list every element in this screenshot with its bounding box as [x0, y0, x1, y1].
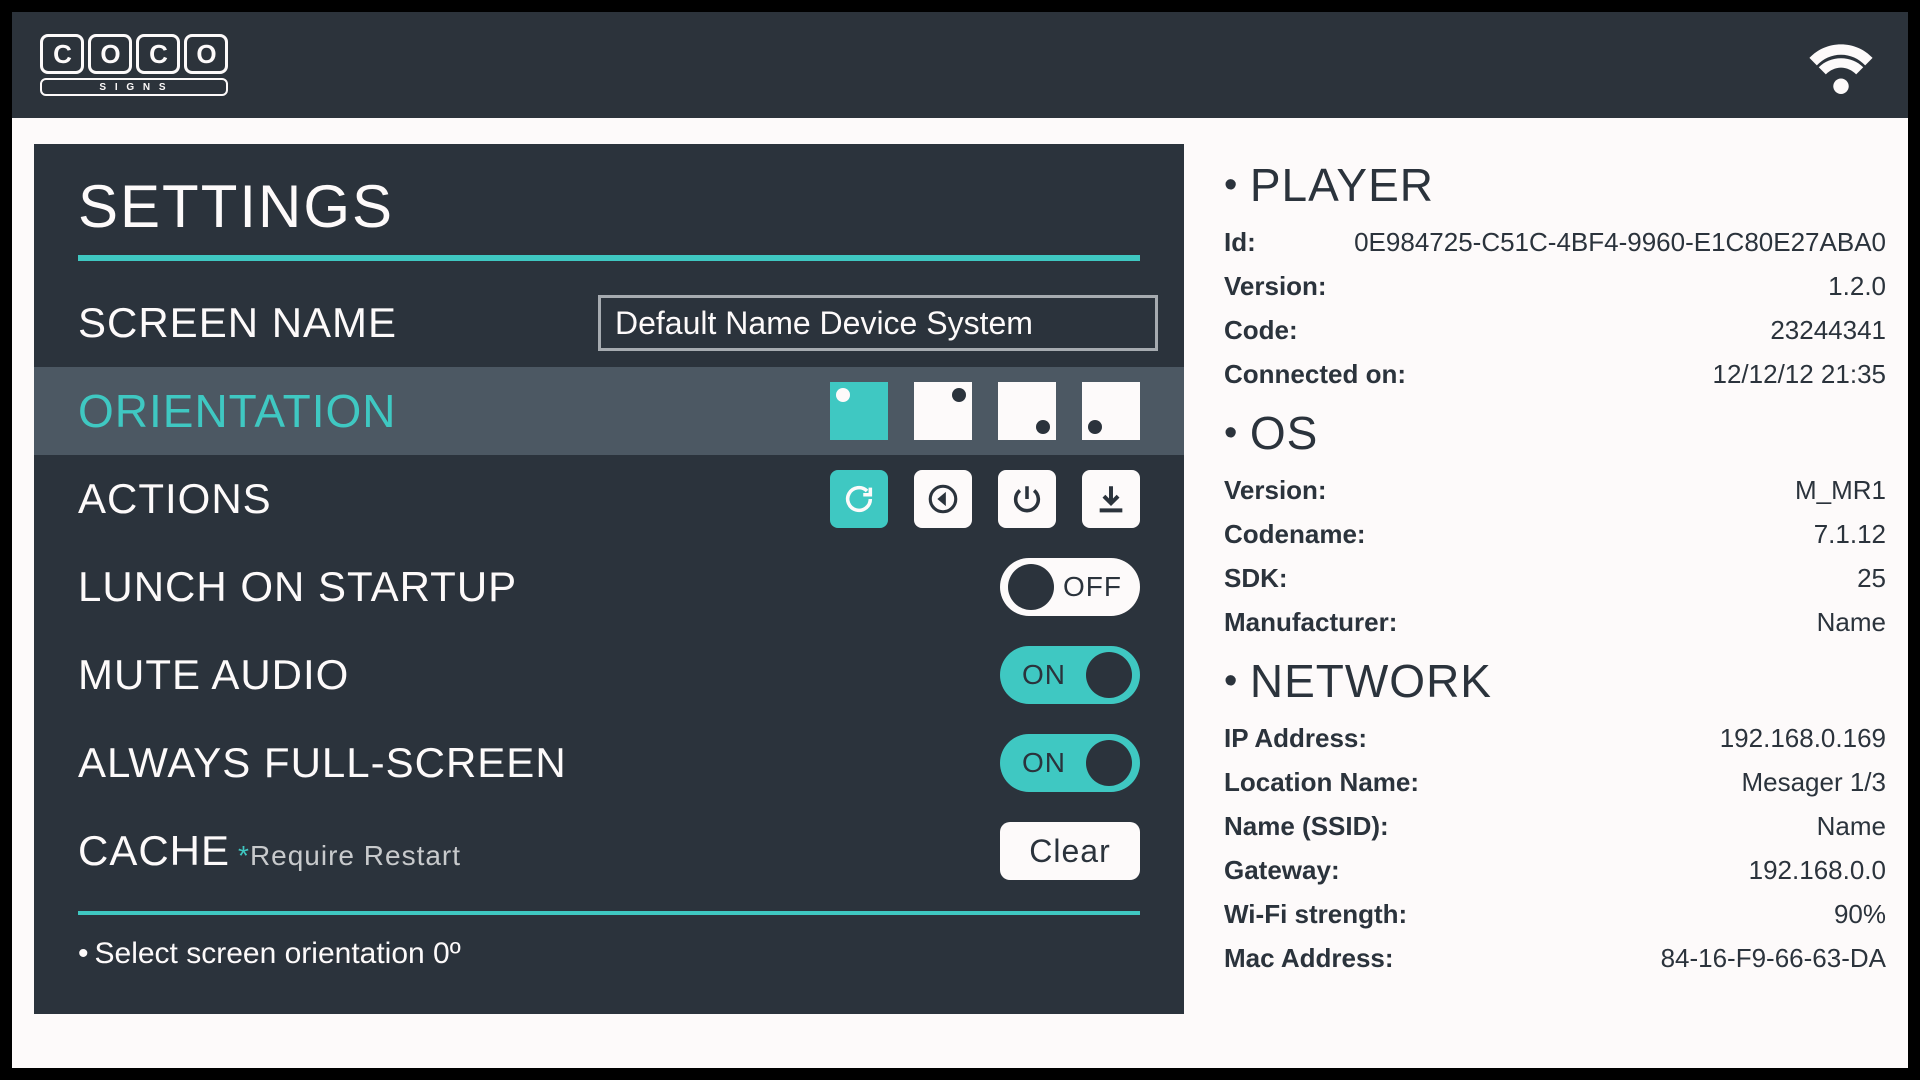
- fullscreen-toggle[interactable]: ON: [1000, 734, 1140, 792]
- top-bar: C O C O S I G N S: [12, 12, 1908, 118]
- info-panel: PLAYER Id:0E984725-C51C-4BF4-9960-E1C80E…: [1224, 144, 1886, 1042]
- network-ssid-label: Name (SSID):: [1224, 804, 1389, 848]
- os-manufacturer-label: Manufacturer:: [1224, 600, 1397, 644]
- network-heading: NETWORK: [1224, 654, 1886, 708]
- download-icon: [1094, 482, 1128, 516]
- row-fullscreen: ALWAYS FULL-SCREEN ON: [78, 719, 1140, 807]
- os-version-label: Version:: [1224, 468, 1327, 512]
- logo-subtext: S I G N S: [40, 78, 228, 96]
- orientation-270-button[interactable]: [1082, 382, 1140, 440]
- os-sdk-value: 25: [1857, 556, 1886, 600]
- os-codename-value: 7.1.12: [1814, 512, 1886, 556]
- screen-name-input[interactable]: [598, 295, 1158, 351]
- mute-label: MUTE AUDIO: [78, 651, 598, 699]
- row-launch-on-startup: LUNCH ON STARTUP OFF: [78, 543, 1140, 631]
- divider: [78, 255, 1140, 261]
- launch-toggle[interactable]: OFF: [1000, 558, 1140, 616]
- player-heading: PLAYER: [1224, 158, 1886, 212]
- logo-letter: C: [40, 34, 84, 74]
- row-actions: ACTIONS: [78, 455, 1140, 543]
- row-orientation[interactable]: ORIENTATION: [34, 367, 1184, 455]
- download-button[interactable]: [1082, 470, 1140, 528]
- toggle-knob: [1086, 652, 1132, 698]
- orientation-label: ORIENTATION: [78, 384, 598, 438]
- orientation-180-button[interactable]: [998, 382, 1056, 440]
- os-version-value: M_MR1: [1795, 468, 1886, 512]
- os-codename-label: Codename:: [1224, 512, 1366, 556]
- screen-name-label: SCREEN NAME: [78, 299, 598, 347]
- power-icon: [1010, 482, 1044, 516]
- cache-label: CACHE: [78, 827, 230, 875]
- player-connected-label: Connected on:: [1224, 352, 1406, 396]
- logo-letter: C: [136, 34, 180, 74]
- fullscreen-label: ALWAYS FULL-SCREEN: [78, 739, 598, 787]
- actions-label: ACTIONS: [78, 475, 598, 523]
- toggle-state-label: ON: [1022, 659, 1066, 691]
- network-location-value: Mesager 1/3: [1741, 760, 1886, 804]
- page-title: SETTINGS: [78, 172, 1140, 241]
- wifi-icon: [1802, 36, 1880, 94]
- divider: [78, 911, 1140, 915]
- network-ssid-value: Name: [1817, 804, 1886, 848]
- refresh-button[interactable]: [830, 470, 888, 528]
- launch-label: LUNCH ON STARTUP: [78, 563, 598, 611]
- os-heading: OS: [1224, 406, 1886, 460]
- toggle-knob: [1086, 740, 1132, 786]
- orientation-0-button[interactable]: [830, 382, 888, 440]
- network-mac-label: Mac Address:: [1224, 936, 1394, 980]
- orientation-90-button[interactable]: [914, 382, 972, 440]
- network-gateway-label: Gateway:: [1224, 848, 1340, 892]
- network-gateway-value: 192.168.0.0: [1749, 848, 1886, 892]
- network-wifi-label: Wi-Fi strength:: [1224, 892, 1407, 936]
- mute-toggle[interactable]: ON: [1000, 646, 1140, 704]
- os-sdk-label: SDK:: [1224, 556, 1288, 600]
- back-icon: [926, 482, 960, 516]
- toggle-state-label: OFF: [1063, 571, 1122, 603]
- network-location-label: Location Name:: [1224, 760, 1419, 804]
- player-version-value: 1.2.0: [1828, 264, 1886, 308]
- cache-note: Require Restart: [250, 840, 461, 871]
- network-wifi-value: 90%: [1834, 892, 1886, 936]
- settings-panel: SETTINGS SCREEN NAME ORIENTATION: [34, 144, 1184, 1014]
- network-mac-value: 84-16-F9-66-63-DA: [1661, 936, 1886, 980]
- player-code-value: 23244341: [1770, 308, 1886, 352]
- player-id-label: Id:: [1224, 220, 1284, 264]
- network-ip-label: IP Address:: [1224, 716, 1367, 760]
- os-manufacturer-value: Name: [1817, 600, 1886, 644]
- logo-letter: O: [184, 34, 228, 74]
- brand-logo: C O C O S I G N S: [40, 34, 228, 96]
- back-button[interactable]: [914, 470, 972, 528]
- player-version-label: Version:: [1224, 264, 1327, 308]
- hint-text-content: Select screen orientation 0º: [95, 937, 461, 970]
- row-screen-name: SCREEN NAME: [78, 279, 1140, 367]
- toggle-knob: [1008, 564, 1054, 610]
- network-ip-value: 192.168.0.169: [1720, 716, 1886, 760]
- row-mute-audio: MUTE AUDIO ON: [78, 631, 1140, 719]
- logo-letter: O: [88, 34, 132, 74]
- player-connected-value: 12/12/12 21:35: [1713, 352, 1887, 396]
- player-id-value: 0E984725-C51C-4BF4-9960-E1C80E27ABA0: [1284, 220, 1886, 264]
- toggle-state-label: ON: [1022, 747, 1066, 779]
- clear-cache-button[interactable]: Clear: [1000, 822, 1140, 880]
- player-code-label: Code:: [1224, 308, 1298, 352]
- refresh-icon: [842, 482, 876, 516]
- hint-text: •Select screen orientation 0º: [78, 937, 1140, 971]
- row-cache: CACHE *Require Restart Clear: [78, 807, 1140, 895]
- power-button[interactable]: [998, 470, 1056, 528]
